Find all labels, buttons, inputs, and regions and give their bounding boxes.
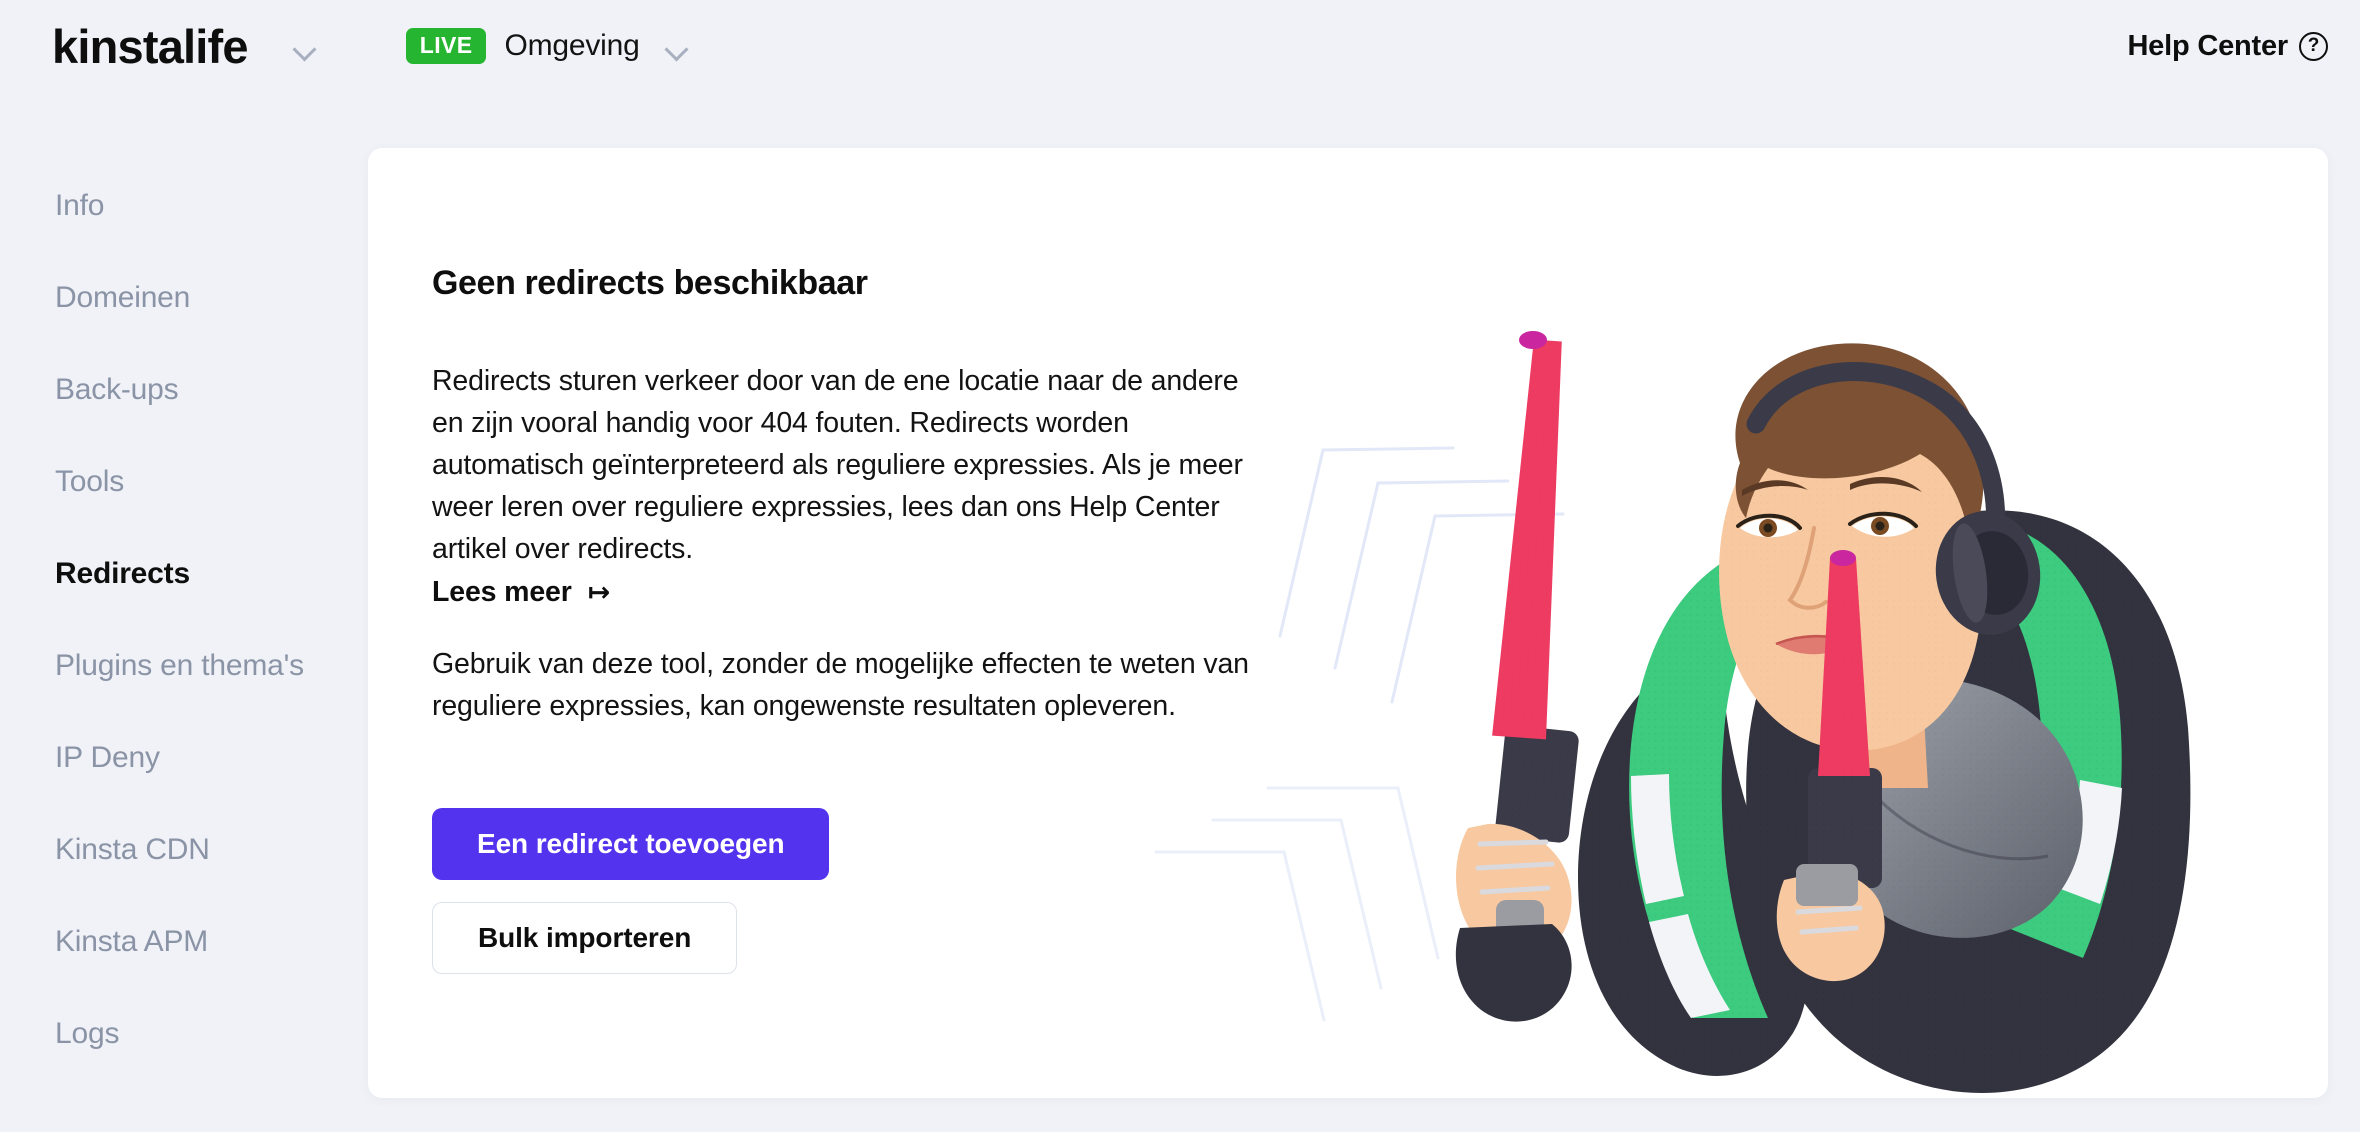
vest-reflective-stripes-left [1631,774,1730,1018]
baton-tip-raised [1519,331,1547,349]
brand-group: kinstalife [52,23,316,70]
traffic-baton-raised [1455,331,1579,1022]
baton-cone-raised [1492,339,1562,740]
app-root: kinstalife LIVE Omgeving Help Center ? I… [0,0,2360,1132]
left-sleeve [1578,668,1808,1076]
neck [1838,698,1928,788]
headphones-icon [1746,362,2041,635]
help-center-label: Help Center [2127,29,2288,62]
environment-switcher[interactable]: LIVE Omgeving [405,28,688,64]
hand-raised [1456,823,1572,957]
sidebar-item-kinsta-cdn[interactable]: Kinsta CDN [0,804,368,896]
read-more-link[interactable]: Lees meer ↦ [432,576,610,609]
sidebar-nav: Info Domeinen Back-ups Tools Redirects P… [0,160,368,1080]
baton-tip [1830,550,1856,566]
action-button-stack: Een redirect toevoegen Bulk importeren [432,808,830,974]
question-circle-icon: ? [2299,31,2328,61]
hood [1833,678,2083,938]
top-header: kinstalife LIVE Omgeving Help Center ? [0,0,2360,92]
mouth [1776,634,1852,655]
sidebar-item-logs[interactable]: Logs [0,988,368,1080]
baton-cone [1818,558,1870,776]
empty-state-text-block: Geen redirects beschikbaar Redirects stu… [432,263,1252,727]
sidebar-item-plugins-themas[interactable]: Plugins en thema's [0,620,368,712]
status-badge: LIVE [405,28,487,64]
arrow-right-bar-icon: ↦ [587,576,611,608]
vest-left-panel [1629,560,1798,1018]
jacket-body [1746,510,2191,1094]
environment-label: Omgeving [504,29,640,62]
chevron-down-icon[interactable] [666,37,688,59]
sidebar-item-redirects[interactable]: Redirects [0,528,368,620]
hair [1735,343,1984,544]
hand-front [1776,871,1885,982]
help-center-link[interactable]: Help Center ? [2127,0,2328,92]
chevron-down-icon[interactable] [294,37,316,59]
sidebar-item-back-ups[interactable]: Back-ups [0,344,368,436]
content-card: Geen redirects beschikbaar Redirects stu… [368,148,2328,1098]
decorative-chevron-lines [1278,446,1565,704]
vest-reflective-stripes-right [2058,780,2122,904]
sidebar-item-tools[interactable]: Tools [0,436,368,528]
eye-right [1848,511,1918,537]
card-inner: Geen redirects beschikbaar Redirects stu… [368,148,2328,1098]
sidebar-item-ip-deny[interactable]: IP Deny [0,712,368,804]
decorative-chevron-lines-lower [1154,786,1440,1022]
sidebar-item-domeinen[interactable]: Domeinen [0,252,368,344]
read-more-label: Lees meer [432,575,572,608]
eyebrow-left [1742,480,1808,496]
traffic-baton-front [1776,550,1885,982]
person-with-traffic-batons-illustration [1154,331,2191,1094]
eyebrow-right [1850,477,1922,492]
face [1719,404,1983,751]
add-redirect-button[interactable]: Een redirect toevoegen [432,808,830,880]
cuff-left [1455,924,1572,1022]
sidebar-item-info[interactable]: Info [0,160,368,252]
page-title: Geen redirects beschikbaar [432,264,868,302]
person-figure [1455,331,2191,1094]
vest-right-panel [1970,528,2122,958]
warning-paragraph: Gebruik van deze tool, zonder de mogelij… [432,647,1249,722]
site-name: kinstalife [52,19,249,73]
sidebar-item-kinsta-apm[interactable]: Kinsta APM [0,896,368,988]
intro-paragraph: Redirects sturen verkeer door van de ene… [432,364,1243,565]
eye-left [1736,513,1802,538]
bulk-import-button[interactable]: Bulk importeren [432,902,738,974]
